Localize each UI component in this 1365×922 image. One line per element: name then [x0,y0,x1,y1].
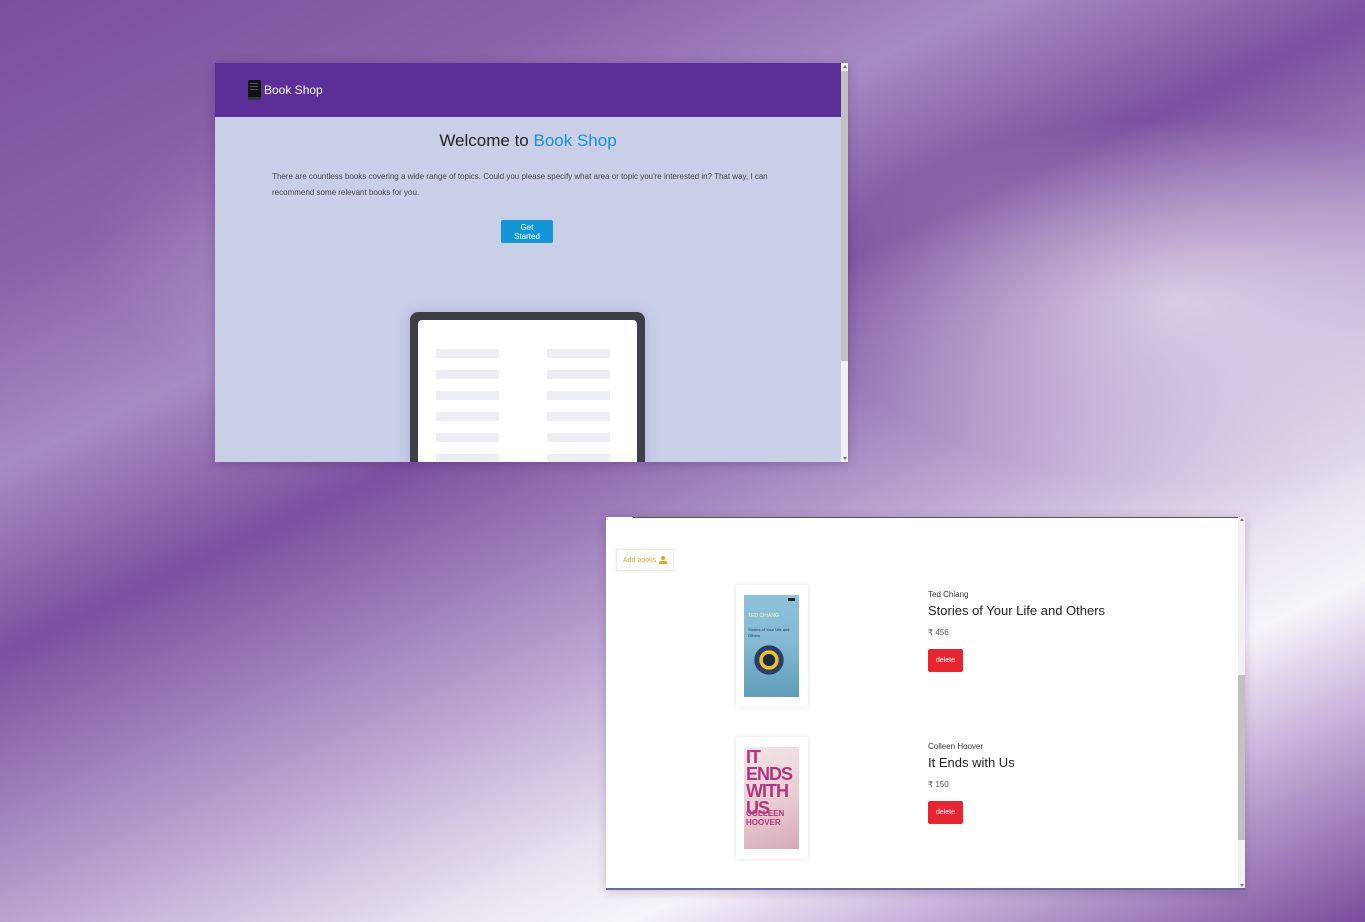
title-prefix: Welcome to [439,131,534,150]
scrollbar[interactable] [841,63,848,462]
placeholder-line [547,433,610,442]
book-author: Colleen Hoover [928,742,984,751]
scroll-thumb[interactable] [841,71,848,361]
title-accent: Book Shop [533,131,617,150]
book-author: Ted Chiang [928,590,969,599]
cover-tag [788,598,795,601]
cover-art [752,643,786,677]
placeholder-line [547,349,610,358]
scroll-down-icon[interactable] [843,457,847,460]
placeholder-line [547,370,610,379]
hero-description: There are countless books covering a wid… [272,172,768,197]
book-title: It Ends with Us [928,755,1015,770]
placeholder-line [436,349,499,358]
book-cover[interactable]: TED CHIANG Stories of Your Life and Othe… [736,585,808,707]
placeholder-line [436,412,499,421]
get-started-button[interactable]: Get Started [501,220,553,243]
books-window: Add books TED CHIANG Stories of Your Lif… [606,517,1245,890]
placeholder-line [547,454,610,462]
placeholder-line [436,370,499,379]
navbar: Book Shop [215,63,841,117]
placeholder-line [547,391,610,400]
home-window: Book Shop Welcome to Book Shop There are… [215,63,848,462]
book-card: IT ENDS WITH US COLLEEN HOOVER Colleen H… [606,737,1238,862]
cover-text: IT ENDS WITH US [746,747,793,818]
scroll-down-icon[interactable] [1240,884,1244,887]
cover-text: TED CHIANG [748,613,779,619]
cover-image: TED CHIANG Stories of Your Life and Othe… [744,595,799,697]
placeholder-line [436,391,499,400]
book-icon [248,80,261,100]
user-upload-icon [659,556,668,564]
scrollbar[interactable] [1238,517,1245,890]
placeholder-line [436,454,499,462]
placeholder-line [436,433,499,442]
tablet-screen [418,320,637,462]
scroll-up-icon[interactable] [1240,518,1244,521]
book-price: ₹ 456 [928,628,949,637]
book-card: TED CHIANG Stories of Your Life and Othe… [606,585,1238,710]
divider [633,517,1245,518]
brand-link[interactable]: Book Shop [248,80,323,100]
cover-image: IT ENDS WITH US COLLEEN HOOVER [744,747,799,849]
tablet-illustration [410,312,645,462]
placeholder-line [547,412,610,421]
page-title: Welcome to Book Shop [215,131,841,151]
delete-button[interactable]: delete [928,801,963,824]
delete-button[interactable]: delete [928,649,963,672]
brand-name: Book Shop [264,83,323,97]
cover-subtitle: Stories of Your Life and Others [748,627,790,638]
book-price: ₹ 150 [928,780,949,789]
add-books-button[interactable]: Add books [616,549,675,571]
scroll-up-icon[interactable] [843,65,847,68]
book-cover[interactable]: IT ENDS WITH US COLLEEN HOOVER [736,737,808,859]
scroll-thumb[interactable] [1238,675,1245,840]
add-books-label: Add books [623,556,657,564]
book-title: Stories of Your Life and Others [928,603,1106,618]
divider [606,888,1245,890]
cover-author: COLLEEN HOOVER [746,809,785,827]
